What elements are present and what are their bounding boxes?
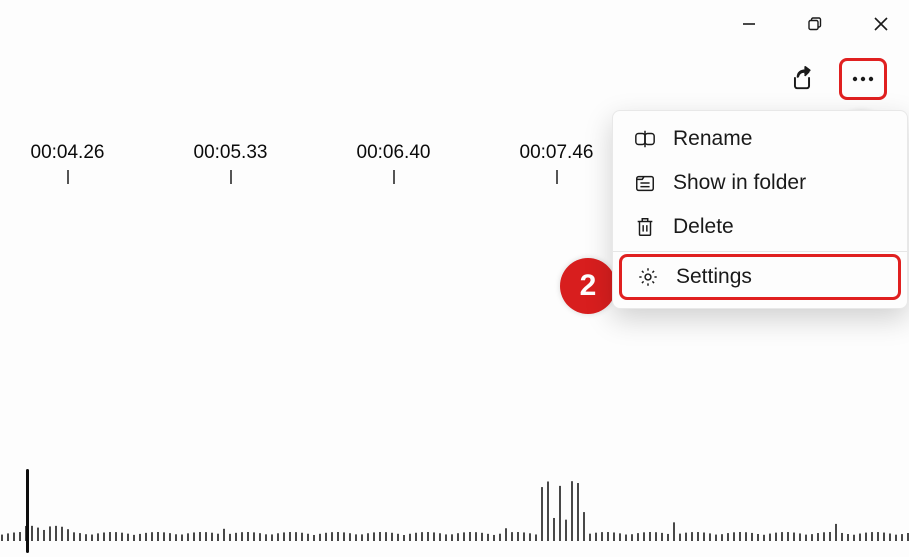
time-mark: 00:04.26	[0, 142, 149, 184]
time-mark: 00:06.40	[312, 142, 475, 184]
menu-label: Delete	[673, 215, 734, 239]
playhead-cursor[interactable]	[26, 469, 29, 553]
close-button[interactable]	[861, 8, 901, 40]
window-controls	[729, 8, 901, 40]
time-label: 00:06.40	[357, 142, 431, 164]
trash-icon	[633, 215, 657, 239]
minimize-button[interactable]	[729, 8, 769, 40]
callout-label: 2	[580, 269, 597, 303]
more-options-button[interactable]	[839, 58, 887, 100]
time-label: 00:04.26	[31, 142, 105, 164]
menu-separator	[613, 251, 907, 252]
top-toolbar	[783, 58, 887, 100]
menu-label: Settings	[676, 265, 752, 289]
gear-icon	[636, 265, 660, 289]
time-mark: 00:07.46	[475, 142, 638, 184]
maximize-icon	[807, 16, 823, 32]
tick-icon	[230, 170, 232, 184]
menu-item-settings[interactable]: Settings	[619, 254, 901, 300]
waveform-area[interactable]	[0, 463, 909, 553]
context-menu: Rename Show in folder Delete	[612, 110, 908, 309]
waveform-icon	[0, 463, 909, 553]
share-button[interactable]	[783, 60, 821, 98]
time-label: 00:05.33	[194, 142, 268, 164]
callout-badge-2: 2	[560, 258, 616, 314]
minimize-icon	[741, 16, 757, 32]
share-icon	[789, 66, 815, 92]
menu-item-delete[interactable]: Delete	[613, 205, 907, 249]
tick-icon	[556, 170, 558, 184]
close-icon	[873, 16, 889, 32]
tick-icon	[67, 170, 69, 184]
timeline-ruler[interactable]: 00:04.26 00:05.33 00:06.40 00:07.46	[0, 142, 909, 184]
tick-icon	[393, 170, 395, 184]
maximize-button[interactable]	[795, 8, 835, 40]
ellipsis-icon	[850, 74, 876, 84]
time-label: 00:07.46	[520, 142, 594, 164]
time-mark: 00:05.33	[149, 142, 312, 184]
